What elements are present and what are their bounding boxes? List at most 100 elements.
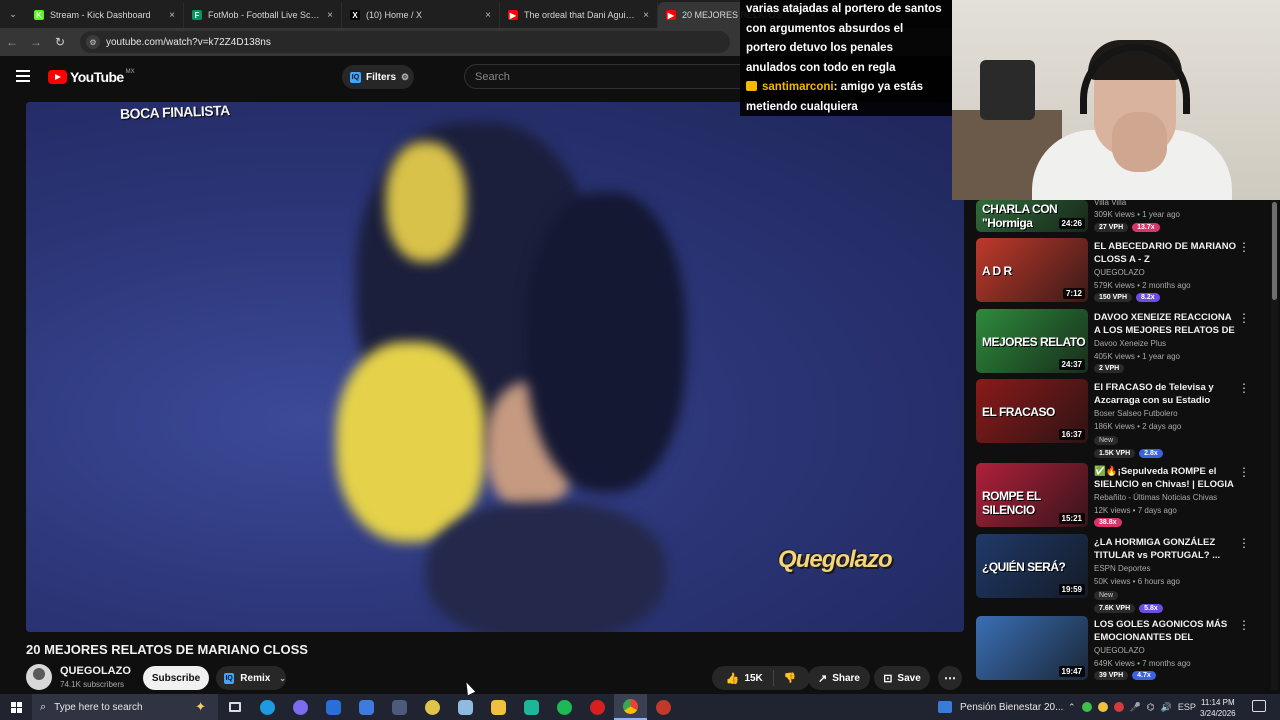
- vph-badge: 27 VPH: [1094, 223, 1129, 232]
- recommended-video-title[interactable]: ✅🔥¡Sepulveda ROMPE el SIELNCIO en Chivas…: [1094, 465, 1236, 491]
- opera-icon[interactable]: [581, 694, 614, 720]
- chrome-icon[interactable]: [614, 694, 647, 720]
- recommended-channel[interactable]: QUEGOLAZO: [1094, 268, 1145, 277]
- filters-button[interactable]: IQ Filters ⚙: [342, 65, 414, 89]
- more-actions-button[interactable]: ⋯: [938, 666, 962, 690]
- recommended-video-title[interactable]: ¿LA HORMIGA GONZÁLEZ TITULAR vs PORTUGAL…: [1094, 536, 1236, 562]
- share-button[interactable]: ↗ Share: [808, 666, 870, 690]
- bookmark-icon: ⊡: [883, 672, 893, 685]
- tab-close-icon[interactable]: ×: [327, 10, 333, 21]
- video-player[interactable]: BOCA FINALISTA Quegolazo: [26, 102, 964, 632]
- youtube-logo[interactable]: YouTube MX: [48, 69, 135, 85]
- like-count: 15K: [744, 672, 763, 684]
- recommended-video[interactable]: 19:47 LOS GOLES AGONICOS MÁS EMOCIONANTES…: [976, 616, 1272, 680]
- subscribe-button[interactable]: Subscribe: [143, 666, 209, 690]
- recommended-channel[interactable]: Davoo Xeneize Plus: [1094, 339, 1166, 348]
- arrows-app-icon[interactable]: [383, 694, 416, 720]
- forward-button[interactable]: →: [24, 35, 48, 49]
- screen-capture-icon[interactable]: [515, 694, 548, 720]
- video-options-icon[interactable]: ⋮: [1238, 618, 1250, 632]
- chat-username: santimarconi: [762, 81, 834, 93]
- channel-avatar[interactable]: [26, 664, 52, 690]
- browser-tab[interactable]: K Stream - Kick Dashboard ×: [26, 2, 184, 28]
- tray-app-icon[interactable]: [1097, 702, 1108, 712]
- tray-overflow-icon[interactable]: ⌃: [1068, 702, 1076, 713]
- url-bar[interactable]: ⚙ youtube.com/watch?v=k72Z4D138ns: [80, 31, 730, 53]
- language-indicator[interactable]: ESP: [1178, 702, 1196, 712]
- spotify-icon[interactable]: [548, 694, 581, 720]
- recommended-video[interactable]: ¿QUIÉN SERÁ? 19:59 ¿LA HORMIGA GONZÁLEZ TI…: [976, 534, 1272, 613]
- recommended-channel[interactable]: Rebañito - Últimas Noticias Chivas: [1094, 493, 1217, 502]
- tab-close-icon[interactable]: ×: [643, 10, 649, 21]
- video-thumbnail[interactable]: ¿QUIÉN SERÁ? 19:59: [976, 534, 1088, 598]
- menu-icon[interactable]: [16, 70, 30, 82]
- video-thumbnail[interactable]: CHARLA CON "Hormiga 24:26: [976, 200, 1088, 232]
- tab-favicon-icon: ▶: [508, 10, 518, 20]
- browser-tab[interactable]: X (10) Home / X ×: [342, 2, 500, 28]
- notifications-icon[interactable]: [1252, 700, 1266, 712]
- news-widget[interactable]: Pensión Bienestar 20...: [938, 694, 1063, 720]
- taskbar-search-input[interactable]: ⌕ Type here to search ✦: [32, 694, 218, 720]
- start-button[interactable]: [0, 694, 32, 720]
- tab-close-icon[interactable]: ×: [485, 10, 491, 21]
- recommended-video-title[interactable]: DAVOO XENEIZE REACCIONA A LOS MEJORES RE…: [1094, 311, 1236, 337]
- tab-close-icon[interactable]: ×: [169, 10, 175, 21]
- network-icon[interactable]: ⌬: [1147, 702, 1155, 713]
- vph-badge: 7.6K VPH: [1094, 604, 1136, 613]
- channel-name[interactable]: QUEGOLAZO: [60, 665, 131, 677]
- screen: ⌄ K Stream - Kick Dashboard × F FotMob - Foo…: [0, 0, 1280, 720]
- notepad-icon[interactable]: [449, 694, 482, 720]
- mail-icon[interactable]: [317, 694, 350, 720]
- video-options-icon[interactable]: ⋮: [1238, 465, 1250, 479]
- reload-button[interactable]: ↻: [48, 35, 72, 49]
- copilot-icon[interactable]: [284, 694, 317, 720]
- like-dislike-group: 👍 15K 👎: [712, 666, 810, 690]
- video-thumbnail[interactable]: 19:47: [976, 616, 1088, 680]
- recommended-video[interactable]: MEJORES RELATO 24:37 DAVOO XENEIZE REACCIO…: [976, 309, 1272, 373]
- system-tray: ⌃ 🎤 ⌬ 🔊 ESP: [1068, 694, 1196, 720]
- site-info-icon[interactable]: ⚙: [86, 35, 100, 49]
- video-options-icon[interactable]: ⋮: [1238, 536, 1250, 550]
- dislike-button[interactable]: 👎: [774, 673, 806, 684]
- microphone-icon[interactable]: 🎤: [1130, 702, 1141, 713]
- search-input[interactable]: Search: [464, 64, 754, 89]
- remix-button[interactable]: IQ Remix ⌄: [216, 666, 286, 690]
- video-options-icon[interactable]: ⋮: [1238, 381, 1250, 395]
- video-duration: 16:37: [1058, 429, 1085, 440]
- edge-icon[interactable]: [251, 694, 284, 720]
- search-highlight-icon: ✦: [195, 699, 206, 714]
- recommended-channel[interactable]: QUEGOLAZO: [1094, 646, 1145, 655]
- recommended-video-title[interactable]: EL ABECEDARIO DE MARIANO CLOSS A - Z: [1094, 240, 1236, 266]
- tab-search-button[interactable]: ⌄: [0, 0, 26, 28]
- webcam-person-hand: [1112, 112, 1167, 172]
- like-button[interactable]: 👍 15K: [716, 670, 774, 686]
- browser-tab[interactable]: F FotMob - Football Live Scores ×: [184, 2, 342, 28]
- task-view-icon[interactable]: [218, 694, 251, 720]
- recommended-video-title[interactable]: LOS GOLES AGONICOS MÁS EMOCIONANTES DEL …: [1094, 618, 1236, 644]
- sidebar-scrollbar-thumb[interactable]: [1272, 202, 1277, 300]
- recommended-video[interactable]: ROMPE EL SILENCIO 15:21 ✅🔥¡Sepulveda ROMPE…: [976, 463, 1272, 527]
- volume-icon[interactable]: 🔊: [1161, 702, 1172, 713]
- store-icon[interactable]: [350, 694, 383, 720]
- system-clock[interactable]: 11:14 PM 3/24/2026: [1200, 697, 1236, 719]
- obs-icon[interactable]: [416, 694, 449, 720]
- recommended-channel[interactable]: Boser Salseo Futbolero: [1094, 409, 1178, 418]
- browser-tab[interactable]: ▶ The ordeal that Dani Aguirre en ×: [500, 2, 658, 28]
- save-button[interactable]: ⊡ Save: [874, 666, 930, 690]
- video-thumbnail[interactable]: MEJORES RELATO 24:37: [976, 309, 1088, 373]
- file-explorer-icon[interactable]: [482, 694, 515, 720]
- recommended-video[interactable]: EL FRACASO 16:37 El FRACASO de Televisa y …: [976, 379, 1272, 458]
- video-options-icon[interactable]: ⋮: [1238, 311, 1250, 325]
- recommended-video[interactable]: A D R 7:12 EL ABECEDARIO DE MARIANO CLOSS …: [976, 238, 1272, 302]
- video-thumbnail[interactable]: EL FRACASO 16:37: [976, 379, 1088, 443]
- back-button[interactable]: ←: [0, 35, 24, 49]
- tray-app-icon[interactable]: [1081, 702, 1092, 712]
- tray-app-icon[interactable]: [1113, 702, 1124, 712]
- video-options-icon[interactable]: ⋮: [1238, 240, 1250, 254]
- video-thumbnail[interactable]: ROMPE EL SILENCIO 15:21: [976, 463, 1088, 527]
- video-thumbnail[interactable]: A D R 7:12: [976, 238, 1088, 302]
- recording-app-icon[interactable]: [647, 694, 680, 720]
- recommended-channel[interactable]: ESPN Deportes: [1094, 564, 1150, 573]
- recommended-video-title[interactable]: El FRACASO de Televisa y Azcarraga con s…: [1094, 381, 1236, 407]
- country-code: MX: [125, 69, 135, 75]
